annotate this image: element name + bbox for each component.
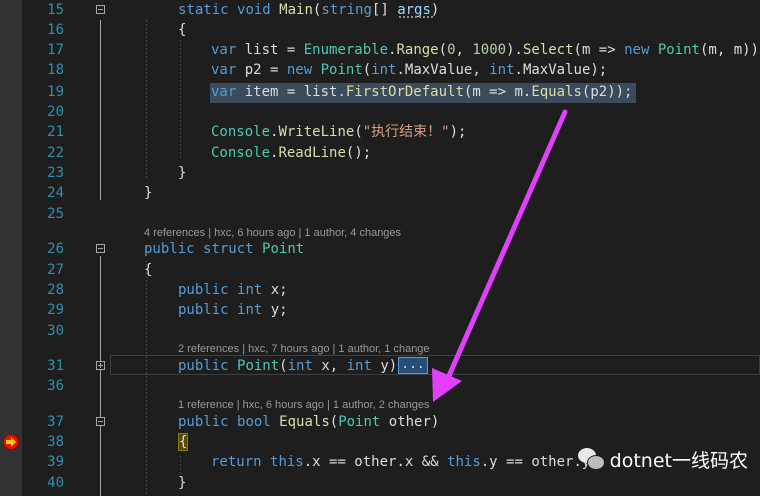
code-text[interactable]: } <box>144 183 152 203</box>
line-number: 24 <box>47 185 64 201</box>
line-number: 29 <box>47 302 64 318</box>
line-number: 36 <box>47 378 64 394</box>
line-number: 26 <box>47 241 64 257</box>
line-number: 31 <box>47 358 64 374</box>
code-line[interactable]: 15 static void Main(string[] args) <box>0 0 760 20</box>
code-text[interactable]: } <box>178 473 186 493</box>
wechat-icon <box>577 448 605 470</box>
code-line[interactable]: 30 <box>0 321 760 341</box>
code-line[interactable]: 21 Console.WriteLine("执行结束！"); <box>0 122 760 142</box>
line-number: 27 <box>47 262 64 278</box>
line-number: 20 <box>47 104 64 120</box>
line-number: 40 <box>47 475 64 491</box>
line-number: 16 <box>47 22 64 38</box>
codelens-info[interactable]: 2 references | hxc, 7 hours ago | 1 auth… <box>178 341 430 357</box>
code-line[interactable]: 40 } <box>0 473 760 493</box>
code-text[interactable]: return this.x == other.x && this.y == ot… <box>211 452 599 472</box>
watermark: dotnet一线码农 <box>577 444 748 474</box>
code-text[interactable]: public int y; <box>178 300 288 320</box>
code-line[interactable]: 22 Console.ReadLine(); <box>0 143 760 163</box>
line-number: 22 <box>47 145 64 161</box>
codelens-info[interactable]: 1 reference | hxc, 6 hours ago | 1 autho… <box>178 397 430 413</box>
collapse-toggle-icon[interactable] <box>96 417 105 426</box>
collapse-toggle-icon[interactable] <box>96 244 105 253</box>
line-number: 38 <box>47 434 64 450</box>
code-text[interactable]: var list = Enumerable.Range(0, 1000).Sel… <box>211 40 760 60</box>
code-text[interactable]: public int x; <box>178 280 288 300</box>
line-number: 17 <box>47 42 64 58</box>
code-text[interactable]: Console.ReadLine(); <box>211 143 371 163</box>
code-text[interactable]: { <box>178 20 186 40</box>
line-number: 28 <box>47 282 64 298</box>
code-line[interactable]: 28 public int x; <box>0 280 760 300</box>
code-text[interactable]: { <box>178 432 189 452</box>
watermark-text: dotnet一线码农 <box>609 449 748 472</box>
code-line[interactable]: 24 } <box>0 183 760 203</box>
code-text[interactable]: { <box>144 260 152 280</box>
line-number: 18 <box>47 62 64 78</box>
expand-toggle-icon[interactable] <box>96 361 105 370</box>
code-text[interactable]: public bool Equals(Point other) <box>178 412 439 432</box>
code-line[interactable]: 20 <box>0 102 760 122</box>
code-line[interactable]: 19 var item = list.FirstOrDefault(m => m… <box>0 82 760 102</box>
line-number: 19 <box>47 84 64 100</box>
collapse-toggle-icon[interactable] <box>96 5 105 14</box>
line-number: 15 <box>47 2 64 18</box>
code-line[interactable]: 26 public struct Point <box>0 239 760 259</box>
line-number: 21 <box>47 124 64 140</box>
code-text[interactable]: Console.WriteLine("执行结束！"); <box>211 122 466 142</box>
line-number: 30 <box>47 323 64 339</box>
brace-match-highlight: { <box>178 433 189 451</box>
code-line[interactable]: 17 var list = Enumerable.Range(0, 1000).… <box>0 40 760 60</box>
code-line[interactable]: 25 <box>0 204 760 224</box>
collapsed-region-marker[interactable]: ... <box>398 357 428 374</box>
line-number: 37 <box>47 414 64 430</box>
line-number: 23 <box>47 165 64 181</box>
code-line[interactable]: 36 <box>0 376 760 396</box>
code-text[interactable]: var p2 = new Point(int.MaxValue, int.Max… <box>211 60 607 80</box>
code-line[interactable]: 37 public bool Equals(Point other) <box>0 412 760 432</box>
code-line[interactable]: 31 public Point(int x, int y) <box>0 356 760 376</box>
code-text[interactable]: var item = list.FirstOrDefault(m => m.Eq… <box>211 82 632 102</box>
code-text[interactable]: public Point(int x, int y) <box>178 356 397 376</box>
code-line[interactable]: 27 { <box>0 260 760 280</box>
line-number: 39 <box>47 454 64 470</box>
code-text[interactable]: public struct Point <box>144 239 304 259</box>
line-number: 25 <box>47 206 64 222</box>
code-line[interactable]: 16 { <box>0 20 760 40</box>
unused-parameter-squiggle <box>399 16 433 18</box>
code-line[interactable]: 18 var p2 = new Point(int.MaxValue, int.… <box>0 60 760 80</box>
code-line[interactable]: 23 } <box>0 163 760 183</box>
code-line[interactable]: 29 public int y; <box>0 300 760 320</box>
code-text[interactable]: } <box>178 163 186 183</box>
